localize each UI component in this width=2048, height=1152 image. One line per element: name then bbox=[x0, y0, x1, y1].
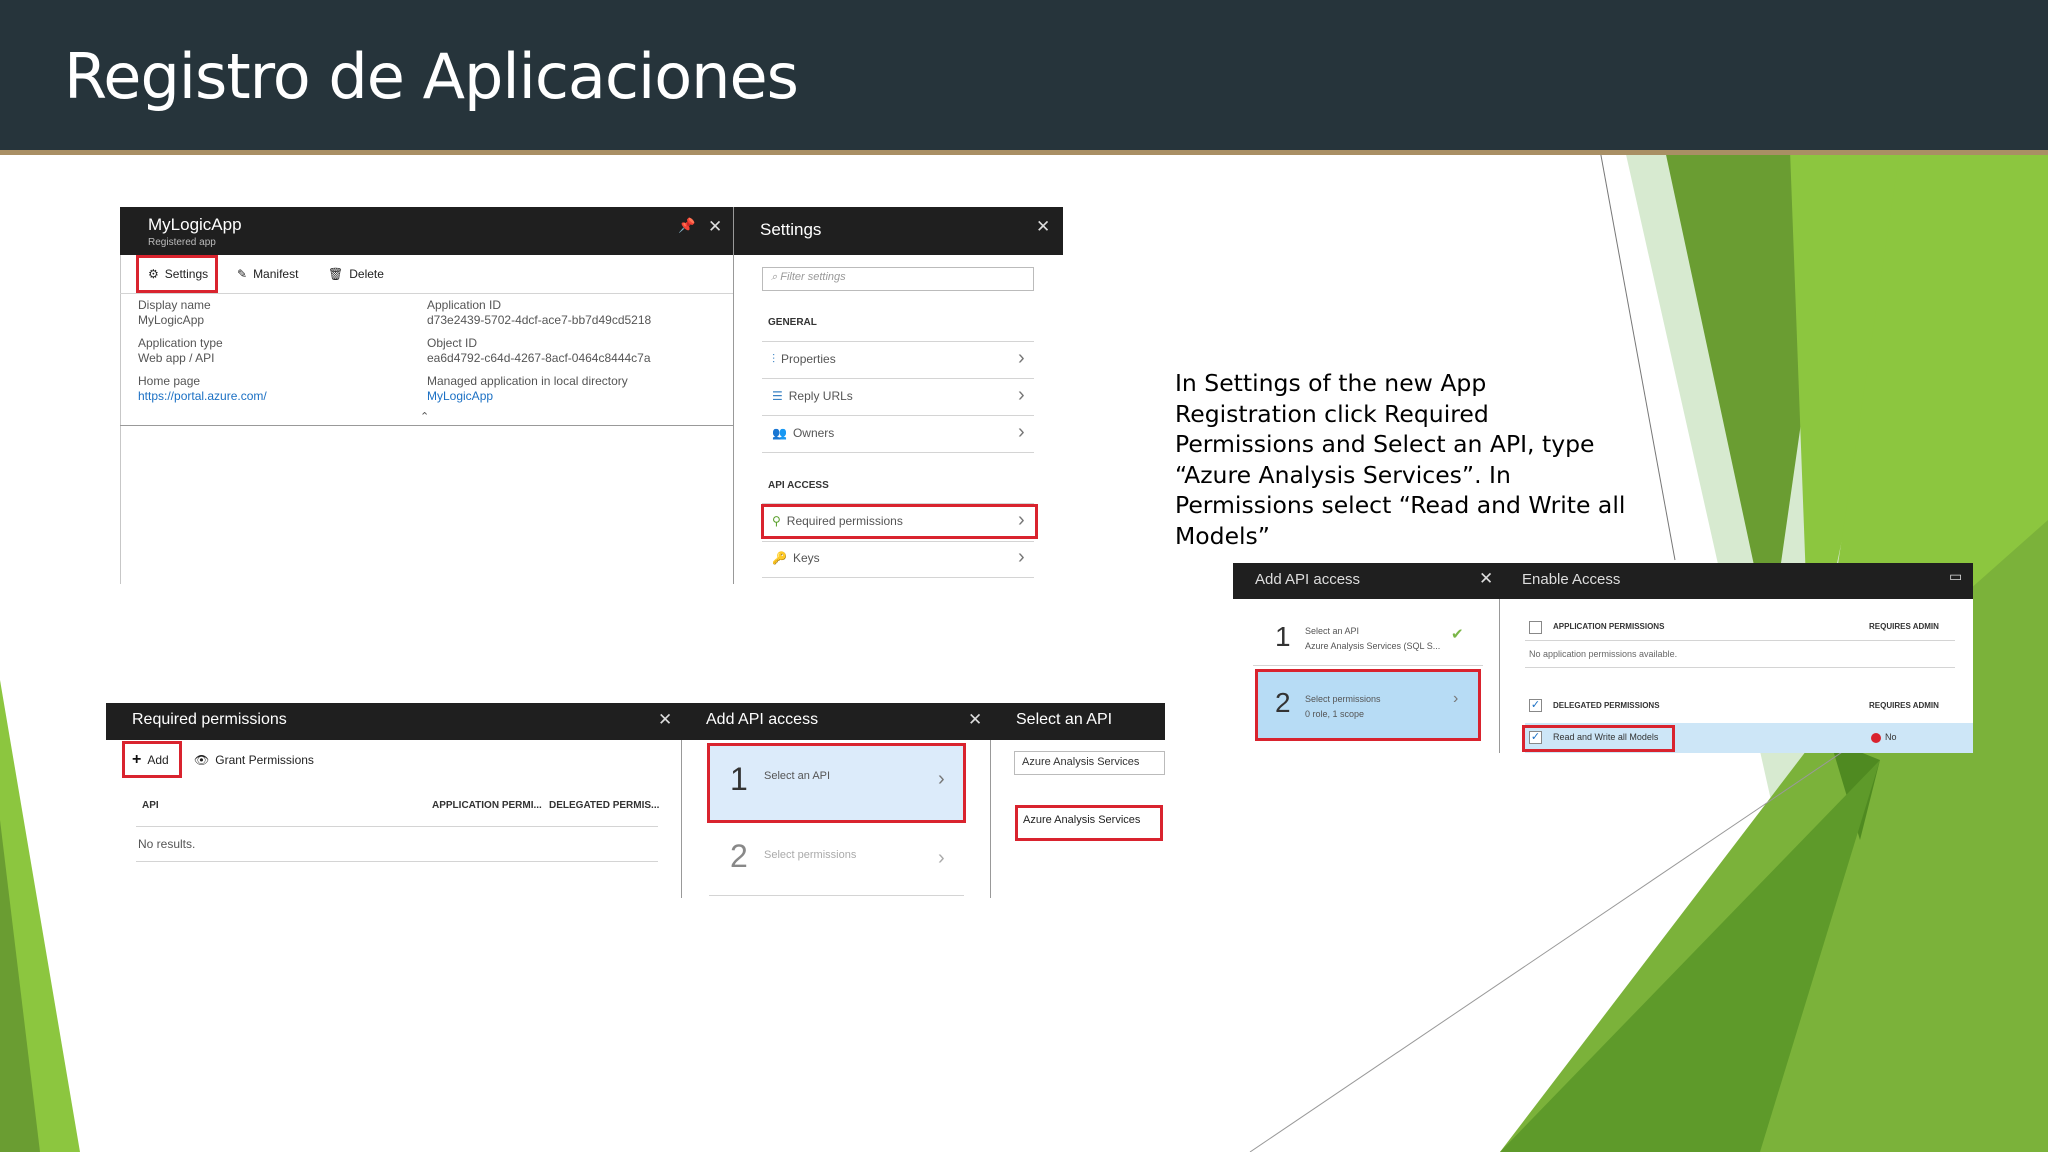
managed-label: Managed application in local directory bbox=[427, 374, 628, 388]
api-search-input[interactable]: Azure Analysis Services bbox=[1014, 751, 1165, 775]
slide-title: Registro de Aplicaciones bbox=[64, 40, 799, 113]
manifest-label: Manifest bbox=[253, 267, 299, 281]
settings-title: Settings bbox=[760, 220, 822, 239]
filter-settings-input[interactable]: ⌕ Filter settings bbox=[762, 267, 1034, 291]
managed-link[interactable]: MyLogicApp bbox=[427, 389, 493, 403]
app-title: MyLogicApp bbox=[148, 215, 242, 234]
api-access-heading: API ACCESS bbox=[768, 480, 829, 491]
close-icon[interactable]: ✕ bbox=[968, 710, 982, 730]
step1-number: 1 bbox=[1275, 621, 1291, 652]
manifest-button[interactable]: ✎ Manifest bbox=[237, 267, 298, 281]
app-type-value: Web app / API bbox=[138, 351, 215, 365]
properties-icon: ⫶ bbox=[772, 352, 776, 366]
col-delegated-permissions: DELEGATED PERMIS... bbox=[549, 800, 660, 811]
chevron-right-icon: › bbox=[1018, 347, 1025, 369]
pin-icon[interactable]: 📌 bbox=[678, 217, 695, 234]
app-id-label: Application ID bbox=[427, 298, 502, 312]
maximize-icon[interactable]: ▭ bbox=[1949, 568, 1962, 585]
eye-icon: 👁 bbox=[194, 753, 210, 767]
app-permissions-heading: APPLICATION PERMISSIONS bbox=[1553, 622, 1665, 631]
close-icon[interactable]: ✕ bbox=[1479, 569, 1493, 589]
properties-item[interactable]: ⫶ Properties bbox=[772, 352, 836, 367]
delete-button[interactable]: 🗑 Delete bbox=[328, 267, 384, 281]
screenshot-app-settings: MyLogicApp Registered app 📌 ✕ ⚙ Settings … bbox=[120, 207, 1063, 584]
slide-description: In Settings of the new App Registration … bbox=[1175, 369, 1626, 550]
pencil-icon: ✎ bbox=[237, 267, 248, 281]
col-api: API bbox=[142, 800, 159, 811]
step1-label: Select an API bbox=[1305, 626, 1360, 636]
no-status-icon bbox=[1871, 733, 1881, 743]
app-id-value: d73e2439-5702-4dcf-ace7-bb7d49cd5218 bbox=[427, 313, 652, 327]
close-icon[interactable]: ✕ bbox=[708, 217, 722, 237]
select-api-title: Select an API bbox=[1016, 711, 1113, 728]
step1-sub: Azure Analysis Services (SQL S... bbox=[1305, 641, 1441, 651]
delete-label: Delete bbox=[349, 267, 384, 281]
keys-label: Keys bbox=[792, 551, 820, 565]
step2-label: Select permissions bbox=[764, 849, 857, 861]
no-app-permissions-text: No application permissions available. bbox=[1529, 649, 1678, 659]
requires-admin-value: No bbox=[1885, 732, 1897, 742]
close-icon[interactable]: ✕ bbox=[658, 710, 672, 730]
app-blade-header: MyLogicApp Registered app 📌 ✕ bbox=[120, 207, 733, 255]
delegated-permissions-checkbox[interactable]: ✓ bbox=[1529, 699, 1542, 712]
owners-label: Owners bbox=[792, 426, 835, 440]
object-id-label: Object ID bbox=[427, 336, 478, 350]
screenshot-enable-access: Add API access ✕ Enable Access ▭ 1 Selec… bbox=[1233, 563, 1973, 753]
grant-label: Grant Permissions bbox=[215, 753, 314, 767]
display-name-value: MyLogicApp bbox=[138, 313, 205, 327]
filter-placeholder: Filter settings bbox=[780, 271, 846, 283]
keys-item[interactable]: 🔑 Keys bbox=[772, 551, 820, 565]
slide: Registro de Aplicaciones In Settings of … bbox=[0, 0, 2048, 1152]
display-name-label: Display name bbox=[138, 298, 211, 312]
collapse-chevron-icon[interactable]: ⌃ bbox=[420, 410, 429, 423]
step2-number: 2 bbox=[730, 838, 748, 874]
app-type-label: Application type bbox=[138, 336, 223, 350]
key-icon: 🔑 bbox=[772, 551, 787, 565]
list-icon: ☰ bbox=[772, 389, 783, 403]
general-heading: GENERAL bbox=[768, 317, 817, 328]
required-permissions-title: Required permissions bbox=[132, 711, 287, 728]
reply-urls-label: Reply URLs bbox=[788, 389, 853, 403]
trash-icon: 🗑 bbox=[328, 267, 344, 281]
add-api-access-title: Add API access bbox=[706, 711, 819, 728]
properties-label: Properties bbox=[781, 352, 836, 366]
col-application-permissions: APPLICATION PERMI... bbox=[432, 800, 542, 811]
object-id-value: ea6d4792-c64d-4267-8acf-0464c8444c7a bbox=[427, 351, 651, 365]
owners-item[interactable]: 👥 Owners bbox=[772, 426, 834, 440]
enable-access-title: Enable Access bbox=[1522, 571, 1621, 588]
add-api-access-title: Add API access bbox=[1255, 571, 1361, 588]
app-subtitle: Registered app bbox=[148, 237, 216, 248]
chevron-right-icon: › bbox=[938, 847, 945, 869]
requires-admin-heading: REQUIRES ADMIN bbox=[1869, 622, 1939, 631]
reply-urls-item[interactable]: ☰ Reply URLs bbox=[772, 389, 853, 403]
grant-permissions-button[interactable]: 👁 Grant Permissions bbox=[194, 753, 314, 767]
delegated-permissions-heading: DELEGATED PERMISSIONS bbox=[1553, 701, 1660, 710]
home-page-link[interactable]: https://portal.azure.com/ bbox=[138, 389, 267, 403]
app-permissions-checkbox[interactable] bbox=[1529, 621, 1542, 634]
settings-blade-header: Settings ✕ bbox=[734, 207, 1063, 255]
title-bar: Registro de Aplicaciones bbox=[0, 0, 2048, 155]
search-icon: ⌕ bbox=[771, 271, 781, 283]
no-results-text: No results. bbox=[138, 837, 196, 851]
chevron-right-icon: › bbox=[1018, 421, 1025, 443]
check-icon: ✔ bbox=[1451, 626, 1464, 643]
close-icon[interactable]: ✕ bbox=[1036, 217, 1050, 237]
screenshot-add-api: Required permissions ✕ + Add 👁 Grant Permi… bbox=[106, 703, 1165, 898]
users-icon: 👥 bbox=[772, 426, 787, 440]
chevron-right-icon: › bbox=[1018, 384, 1025, 406]
requires-admin-heading-2: REQUIRES ADMIN bbox=[1869, 701, 1939, 710]
home-page-label: Home page bbox=[138, 374, 201, 388]
chevron-right-icon: › bbox=[1018, 546, 1025, 568]
